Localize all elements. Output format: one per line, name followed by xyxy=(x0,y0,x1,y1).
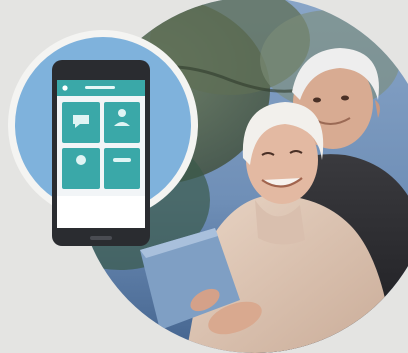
scene-svg xyxy=(0,0,408,353)
app-footer-area xyxy=(57,196,145,228)
mobile-phone-icon xyxy=(52,60,150,246)
phone-home-bar xyxy=(90,236,112,240)
app-title-bar xyxy=(85,86,115,89)
man-eye-left xyxy=(313,97,321,103)
alert-icon xyxy=(76,155,86,165)
person-icon xyxy=(118,109,126,117)
app-tile-alert xyxy=(62,148,100,189)
settings-icon xyxy=(113,158,131,162)
app-menu-icon xyxy=(62,85,68,91)
app-tile-settings xyxy=(104,148,140,189)
hero-illustration xyxy=(0,0,408,353)
man-eye-right xyxy=(341,95,349,101)
